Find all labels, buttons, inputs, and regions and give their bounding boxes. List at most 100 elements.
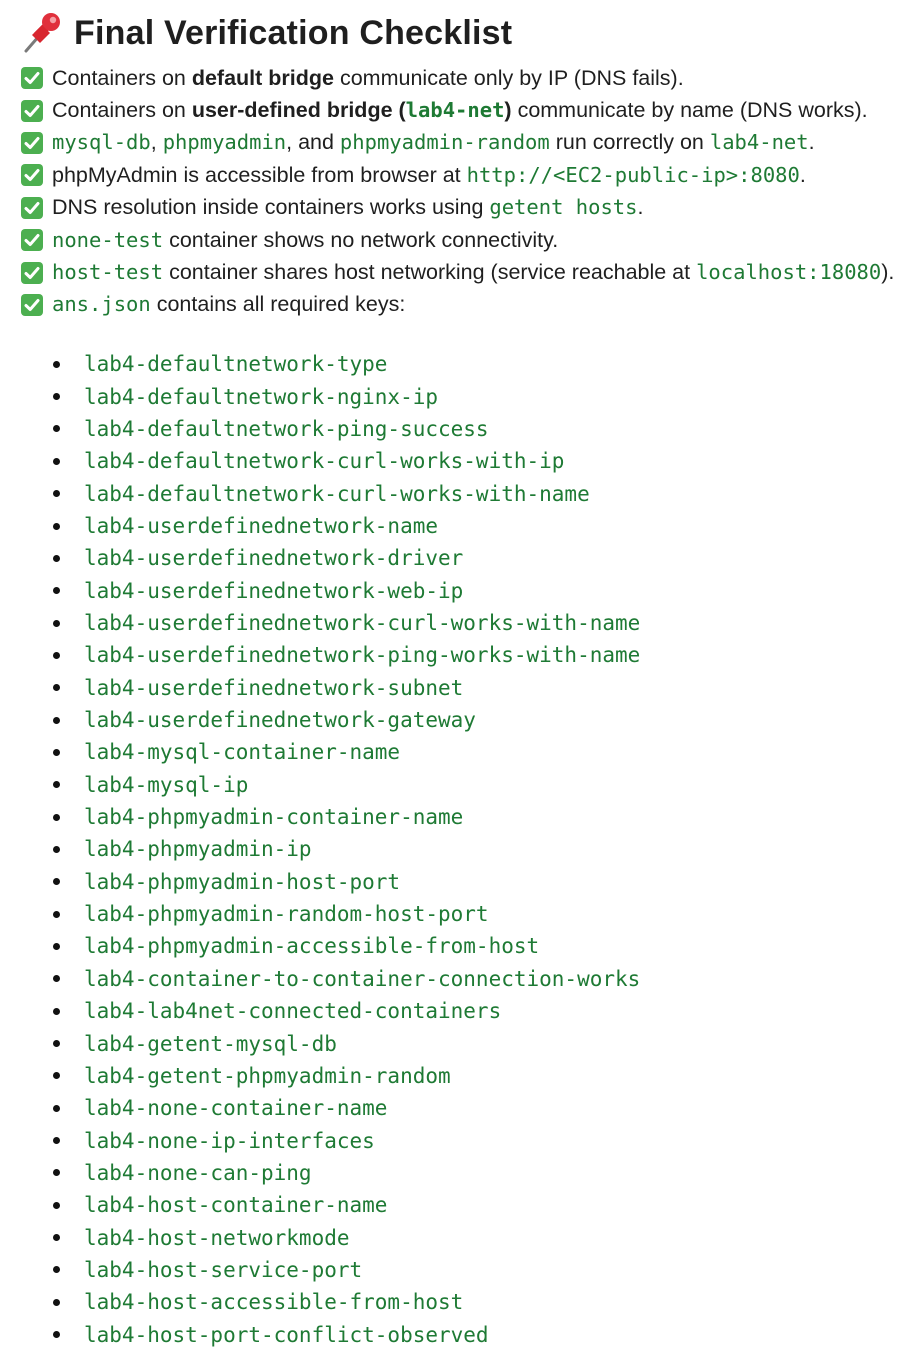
required-key-item: lab4-userdefinednetwork-ping-works-with-… bbox=[53, 639, 924, 671]
bullet-icon bbox=[53, 522, 60, 530]
required-key-code: lab4-getent-phpmyadmin-random bbox=[84, 1063, 451, 1088]
bullet-icon bbox=[53, 716, 60, 724]
required-key-code: lab4-none-ip-interfaces bbox=[84, 1128, 375, 1153]
bullet-icon bbox=[53, 457, 60, 465]
bullet-icon bbox=[53, 1234, 60, 1242]
required-key-item: lab4-phpmyadmin-random-host-port bbox=[53, 898, 924, 930]
required-key-item: lab4-getent-mysql-db bbox=[53, 1027, 924, 1059]
required-key-code: lab4-defaultnetwork-curl-works-with-name bbox=[84, 481, 590, 506]
checklist-item: Containers on default bridge communicate… bbox=[20, 62, 924, 94]
required-key-item: lab4-mysql-ip bbox=[53, 769, 924, 801]
inline-code: lab4-net bbox=[709, 130, 809, 155]
bullet-icon bbox=[53, 684, 60, 692]
required-key-item: lab4-getent-phpmyadmin-random bbox=[53, 1060, 924, 1092]
check-mark-button-icon bbox=[21, 99, 43, 122]
text-segment: container shows no network connectivity. bbox=[163, 227, 559, 252]
required-key-code: lab4-phpmyadmin-container-name bbox=[84, 805, 464, 830]
bullet-icon bbox=[53, 393, 60, 401]
required-key-code: lab4-phpmyadmin-ip bbox=[84, 837, 312, 862]
required-key-item: lab4-mysql-container-name bbox=[53, 736, 924, 768]
bullet-icon bbox=[53, 1331, 60, 1339]
required-key-item: lab4-userdefinednetwork-subnet bbox=[53, 672, 924, 704]
text-segment: . bbox=[799, 162, 806, 187]
bullet-icon bbox=[53, 554, 60, 562]
text-segment: contains all required keys: bbox=[150, 292, 406, 317]
inline-code: phpmyadmin-random bbox=[339, 130, 550, 155]
required-key-code: lab4-phpmyadmin-random-host-port bbox=[84, 902, 489, 927]
required-key-item: lab4-userdefinednetwork-curl-works-with-… bbox=[53, 607, 924, 639]
inline-code: localhost:18080 bbox=[696, 260, 882, 285]
check-mark-button-icon bbox=[21, 196, 43, 219]
bullet-icon bbox=[53, 1169, 60, 1177]
check-mark-button-icon bbox=[21, 67, 43, 90]
checklist-item-text: none-test container shows no network con… bbox=[52, 228, 558, 253]
required-key-code: lab4-mysql-ip bbox=[84, 772, 249, 797]
bullet-icon bbox=[53, 942, 60, 950]
pushpin-icon bbox=[24, 13, 60, 53]
text-segment: . bbox=[637, 195, 644, 220]
required-key-code: lab4-mysql-container-name bbox=[84, 740, 401, 765]
text-segment: phpMyAdmin is accessible from browser at bbox=[52, 162, 467, 187]
checklist-item: host-test container shares host networki… bbox=[20, 256, 924, 288]
bullet-icon bbox=[53, 1201, 60, 1209]
text-segment: . bbox=[808, 130, 815, 155]
checklist-item-text: host-test container shares host networki… bbox=[52, 260, 894, 285]
checklist-item-text: ans.json contains all required keys: bbox=[52, 292, 405, 317]
check-mark-button-icon bbox=[21, 164, 43, 187]
checklist-item: ans.json contains all required keys: bbox=[20, 289, 924, 321]
check-mark-button-icon bbox=[21, 131, 43, 154]
required-key-item: lab4-phpmyadmin-ip bbox=[53, 833, 924, 865]
required-key-item: lab4-defaultnetwork-curl-works-with-ip bbox=[53, 445, 924, 477]
checklist-item: phpMyAdmin is accessible from browser at… bbox=[20, 159, 924, 191]
required-key-item: lab4-phpmyadmin-container-name bbox=[53, 801, 924, 833]
bullet-icon bbox=[53, 490, 60, 498]
required-key-code: lab4-userdefinednetwork-subnet bbox=[84, 675, 464, 700]
bullet-icon bbox=[53, 1072, 60, 1080]
checklist-item: none-test container shows no network con… bbox=[20, 224, 924, 256]
bullet-icon bbox=[53, 878, 60, 886]
checklist-item-text: Containers on default bridge communicate… bbox=[52, 66, 684, 91]
required-key-code: lab4-userdefinednetwork-name bbox=[84, 514, 439, 539]
required-key-item: lab4-none-container-name bbox=[53, 1092, 924, 1124]
required-key-item: lab4-lab4net-connected-containers bbox=[53, 995, 924, 1027]
inline-code: mysql-db bbox=[52, 130, 151, 155]
inline-code: ans.json bbox=[52, 292, 151, 317]
verification-checklist: Containers on default bridge communicate… bbox=[20, 62, 924, 321]
required-key-item: lab4-host-port-conflict-observed bbox=[53, 1318, 924, 1350]
required-key-code: lab4-host-container-name bbox=[84, 1193, 388, 1218]
bullet-icon bbox=[53, 910, 60, 918]
required-key-item: lab4-container-to-container-connection-w… bbox=[53, 963, 924, 995]
text-segment: container shares host networking (servic… bbox=[163, 260, 697, 285]
required-key-code: lab4-phpmyadmin-accessible-from-host bbox=[84, 934, 540, 959]
inline-code: none-test bbox=[52, 227, 164, 252]
required-key-code: lab4-host-service-port bbox=[84, 1257, 363, 1282]
checklist-item-text: Containers on user-defined bridge (lab4-… bbox=[52, 98, 868, 123]
check-mark-button-icon bbox=[21, 293, 43, 316]
required-key-code: lab4-defaultnetwork-type bbox=[84, 352, 388, 377]
required-key-code: lab4-defaultnetwork-ping-success bbox=[84, 416, 489, 441]
inline-code: host-test bbox=[52, 260, 164, 285]
required-key-item: lab4-host-service-port bbox=[53, 1254, 924, 1286]
bullet-icon bbox=[53, 1266, 60, 1274]
bullet-icon bbox=[53, 1007, 60, 1015]
required-key-code: lab4-none-container-name bbox=[84, 1096, 388, 1121]
text-segment: run correctly on bbox=[549, 130, 710, 155]
required-key-item: lab4-userdefinednetwork-driver bbox=[53, 542, 924, 574]
bold-text: ) bbox=[504, 98, 512, 123]
bullet-icon bbox=[53, 587, 60, 595]
checklist-item-text: phpMyAdmin is accessible from browser at… bbox=[52, 163, 806, 188]
required-key-code: lab4-host-networkmode bbox=[84, 1225, 350, 1250]
bullet-icon bbox=[53, 975, 60, 983]
required-key-item: lab4-userdefinednetwork-name bbox=[53, 510, 924, 542]
bullet-icon bbox=[53, 748, 60, 756]
check-mark-button-icon bbox=[21, 261, 43, 284]
required-key-item: lab4-none-can-ping bbox=[53, 1157, 924, 1189]
required-key-item: lab4-host-accessible-from-host bbox=[53, 1286, 924, 1318]
required-key-code: lab4-container-to-container-connection-w… bbox=[84, 966, 641, 991]
inline-code: phpmyadmin bbox=[162, 130, 287, 155]
checklist-item: DNS resolution inside containers works u… bbox=[20, 192, 924, 224]
required-key-item: lab4-defaultnetwork-ping-success bbox=[53, 413, 924, 445]
inline-code: http://<EC2-public-ip>:8080 bbox=[466, 162, 800, 187]
inline-code: lab4-net bbox=[405, 98, 505, 123]
text-segment: Containers on bbox=[52, 65, 192, 90]
